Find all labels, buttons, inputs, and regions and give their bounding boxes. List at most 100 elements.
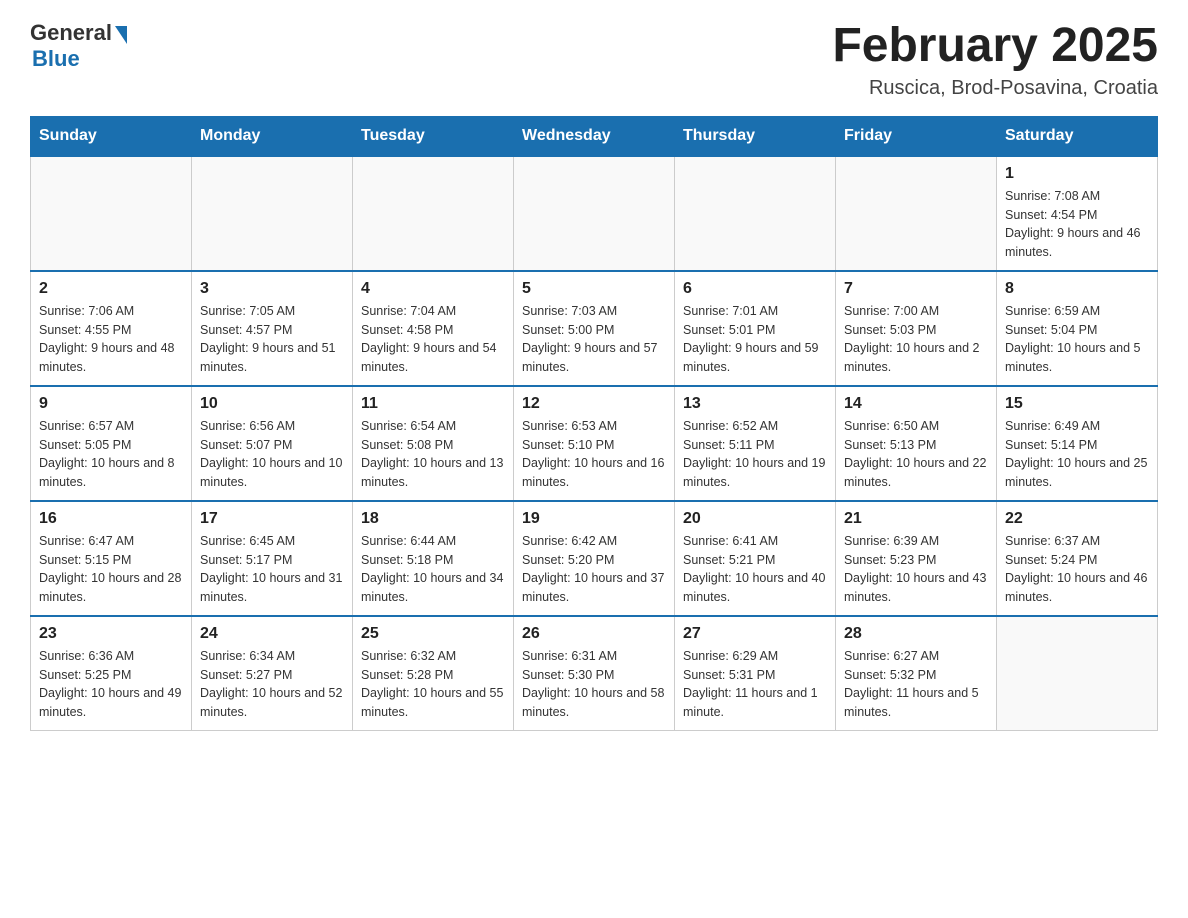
day-number: 22 [1005,510,1149,528]
calendar-cell: 26Sunrise: 6:31 AMSunset: 5:30 PMDayligh… [514,616,675,731]
logo-arrow-icon [115,26,127,44]
calendar-cell: 18 Sunrise: 6:44 AMSunset: 5:18 PMDayligh… [353,501,514,616]
calendar-cell: 21 Sunrise: 6:39 AMSunset: 5:23 PMDayligh… [836,501,997,616]
day-info: Sunrise: 6:54 AMSunset: 5:08 PMDaylight:… [361,417,505,492]
day-info: Sunrise: 6:29 AMSunset: 5:31 PMDaylight:… [683,647,827,722]
day-info: Sunrise: 6:47 AMSunset: 5:15 PMDaylight:… [39,532,183,607]
day-info: Sunrise: 6:52 AMSunset: 5:11 PMDaylight:… [683,417,827,492]
calendar-week-row: 2 Sunrise: 7:06 AMSunset: 4:55 PMDaylight… [31,271,1158,386]
logo-general-text: General [30,20,112,46]
calendar-cell: 24 Sunrise: 6:34 AMSunset: 5:27 PMDayligh… [192,616,353,731]
calendar-cell: 27 Sunrise: 6:29 AMSunset: 5:31 PMDayligh… [675,616,836,731]
calendar-cell: 16 Sunrise: 6:47 AMSunset: 5:15 PMDayligh… [31,501,192,616]
day-info: Sunrise: 6:56 AMSunset: 5:07 PMDaylight:… [200,417,344,492]
calendar-week-row: 9Sunrise: 6:57 AMSunset: 5:05 PMDaylight… [31,386,1158,501]
calendar-cell: 22 Sunrise: 6:37 AMSunset: 5:24 PMDayligh… [997,501,1158,616]
logo: General Blue [30,20,127,72]
day-info: Sunrise: 7:08 AMSunset: 4:54 PMDaylight:… [1005,187,1149,262]
calendar-cell: 6 Sunrise: 7:01 AMSunset: 5:01 PMDaylight… [675,271,836,386]
day-info: Sunrise: 6:37 AMSunset: 5:24 PMDaylight:… [1005,532,1149,607]
day-number: 15 [1005,395,1149,413]
day-number: 8 [1005,280,1149,298]
calendar-cell [836,156,997,271]
weekday-header-wednesday: Wednesday [514,116,675,156]
day-number: 17 [200,510,344,528]
day-number: 2 [39,280,183,298]
day-number: 5 [522,280,666,298]
calendar-header-row: SundayMondayTuesdayWednesdayThursdayFrid… [31,116,1158,156]
calendar-cell: 15 Sunrise: 6:49 AMSunset: 5:14 PMDayligh… [997,386,1158,501]
calendar-cell: 3Sunrise: 7:05 AMSunset: 4:57 PMDaylight… [192,271,353,386]
calendar-cell: 10 Sunrise: 6:56 AMSunset: 5:07 PMDayligh… [192,386,353,501]
calendar-week-row: 16 Sunrise: 6:47 AMSunset: 5:15 PMDayligh… [31,501,1158,616]
weekday-header-tuesday: Tuesday [353,116,514,156]
day-number: 20 [683,510,827,528]
day-info: Sunrise: 6:41 AMSunset: 5:21 PMDaylight:… [683,532,827,607]
calendar-cell: 13 Sunrise: 6:52 AMSunset: 5:11 PMDayligh… [675,386,836,501]
location-subtitle: Ruscica, Brod-Posavina, Croatia [832,77,1158,100]
day-number: 23 [39,625,183,643]
day-number: 19 [522,510,666,528]
day-number: 28 [844,625,988,643]
weekday-header-friday: Friday [836,116,997,156]
weekday-header-thursday: Thursday [675,116,836,156]
calendar-cell: 9Sunrise: 6:57 AMSunset: 5:05 PMDaylight… [31,386,192,501]
calendar-cell: 2 Sunrise: 7:06 AMSunset: 4:55 PMDaylight… [31,271,192,386]
calendar-cell: 28 Sunrise: 6:27 AMSunset: 5:32 PMDayligh… [836,616,997,731]
day-info: Sunrise: 6:44 AMSunset: 5:18 PMDaylight:… [361,532,505,607]
calendar-cell: 25 Sunrise: 6:32 AMSunset: 5:28 PMDayligh… [353,616,514,731]
weekday-header-sunday: Sunday [31,116,192,156]
calendar-cell [192,156,353,271]
day-number: 10 [200,395,344,413]
day-number: 26 [522,625,666,643]
page-header: General Blue February 2025 Ruscica, Brod… [30,20,1158,100]
day-number: 9 [39,395,183,413]
day-number: 25 [361,625,505,643]
day-info: Sunrise: 7:04 AMSunset: 4:58 PMDaylight:… [361,302,505,377]
weekday-header-saturday: Saturday [997,116,1158,156]
day-info: Sunrise: 7:03 AMSunset: 5:00 PMDaylight:… [522,302,666,377]
day-number: 18 [361,510,505,528]
day-number: 16 [39,510,183,528]
calendar-cell: 7 Sunrise: 7:00 AMSunset: 5:03 PMDaylight… [836,271,997,386]
weekday-header-monday: Monday [192,116,353,156]
title-block: February 2025 Ruscica, Brod-Posavina, Cr… [832,20,1158,100]
month-title: February 2025 [832,20,1158,73]
day-number: 21 [844,510,988,528]
calendar-cell: 8 Sunrise: 6:59 AMSunset: 5:04 PMDaylight… [997,271,1158,386]
day-number: 27 [683,625,827,643]
day-number: 6 [683,280,827,298]
day-info: Sunrise: 6:32 AMSunset: 5:28 PMDaylight:… [361,647,505,722]
calendar-cell [31,156,192,271]
day-info: Sunrise: 7:01 AMSunset: 5:01 PMDaylight:… [683,302,827,377]
calendar-cell [997,616,1158,731]
day-number: 24 [200,625,344,643]
day-number: 4 [361,280,505,298]
day-number: 13 [683,395,827,413]
day-info: Sunrise: 6:34 AMSunset: 5:27 PMDaylight:… [200,647,344,722]
calendar-cell: 4 Sunrise: 7:04 AMSunset: 4:58 PMDaylight… [353,271,514,386]
logo-top: General [30,20,127,46]
calendar-cell: 23 Sunrise: 6:36 AMSunset: 5:25 PMDayligh… [31,616,192,731]
day-info: Sunrise: 7:05 AMSunset: 4:57 PMDaylight:… [200,302,344,377]
day-info: Sunrise: 6:27 AMSunset: 5:32 PMDaylight:… [844,647,988,722]
calendar-week-row: 23 Sunrise: 6:36 AMSunset: 5:25 PMDayligh… [31,616,1158,731]
calendar-cell [353,156,514,271]
day-info: Sunrise: 6:42 AMSunset: 5:20 PMDaylight:… [522,532,666,607]
calendar-table: SundayMondayTuesdayWednesdayThursdayFrid… [30,116,1158,731]
day-info: Sunrise: 6:45 AMSunset: 5:17 PMDaylight:… [200,532,344,607]
day-info: Sunrise: 6:39 AMSunset: 5:23 PMDaylight:… [844,532,988,607]
day-info: Sunrise: 7:06 AMSunset: 4:55 PMDaylight:… [39,302,183,377]
day-info: Sunrise: 7:00 AMSunset: 5:03 PMDaylight:… [844,302,988,377]
day-number: 1 [1005,165,1149,183]
day-info: Sunrise: 6:59 AMSunset: 5:04 PMDaylight:… [1005,302,1149,377]
day-info: Sunrise: 6:36 AMSunset: 5:25 PMDaylight:… [39,647,183,722]
day-number: 14 [844,395,988,413]
day-info: Sunrise: 6:49 AMSunset: 5:14 PMDaylight:… [1005,417,1149,492]
logo-blue-text: Blue [32,46,80,72]
calendar-cell: 17 Sunrise: 6:45 AMSunset: 5:17 PMDayligh… [192,501,353,616]
calendar-cell: 20 Sunrise: 6:41 AMSunset: 5:21 PMDayligh… [675,501,836,616]
day-number: 7 [844,280,988,298]
calendar-cell: 12Sunrise: 6:53 AMSunset: 5:10 PMDayligh… [514,386,675,501]
calendar-cell: 11Sunrise: 6:54 AMSunset: 5:08 PMDayligh… [353,386,514,501]
